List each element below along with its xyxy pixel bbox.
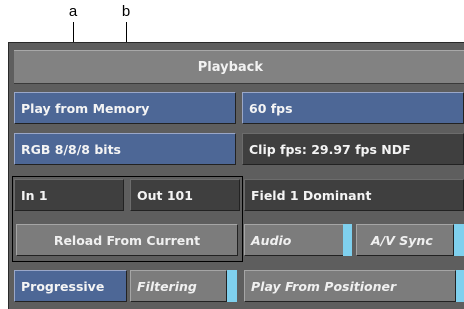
progressive-button[interactable]: Progressive [14,270,127,302]
clip-fps-field: Clip fps: 29.97 fps NDF [242,133,464,165]
play-from-positioner-indicator [456,270,464,302]
fps-field[interactable]: 60 fps [242,92,464,124]
color-depth-button[interactable]: RGB 8/8/8 bits [14,133,236,165]
playback-header: Playback [14,50,464,84]
callout-label-a: a [68,3,78,20]
filtering-toggle[interactable]: Filtering [130,270,227,302]
audio-toggle[interactable]: Audio [244,224,344,256]
playback-title: Playback [197,59,263,75]
filtering-toggle-indicator [227,270,237,302]
field-dominance-button[interactable]: Field 1 Dominant [244,179,464,211]
play-from-memory-button[interactable]: Play from Memory [14,92,236,124]
callout-label-b: b [121,3,131,20]
play-from-positioner-toggle[interactable]: Play From Positioner [244,270,456,302]
callout-highlight-box [12,176,243,262]
audio-toggle-indicator [343,224,352,256]
av-sync-toggle-indicator [454,224,464,256]
av-sync-toggle[interactable]: A/V Sync [356,224,454,256]
